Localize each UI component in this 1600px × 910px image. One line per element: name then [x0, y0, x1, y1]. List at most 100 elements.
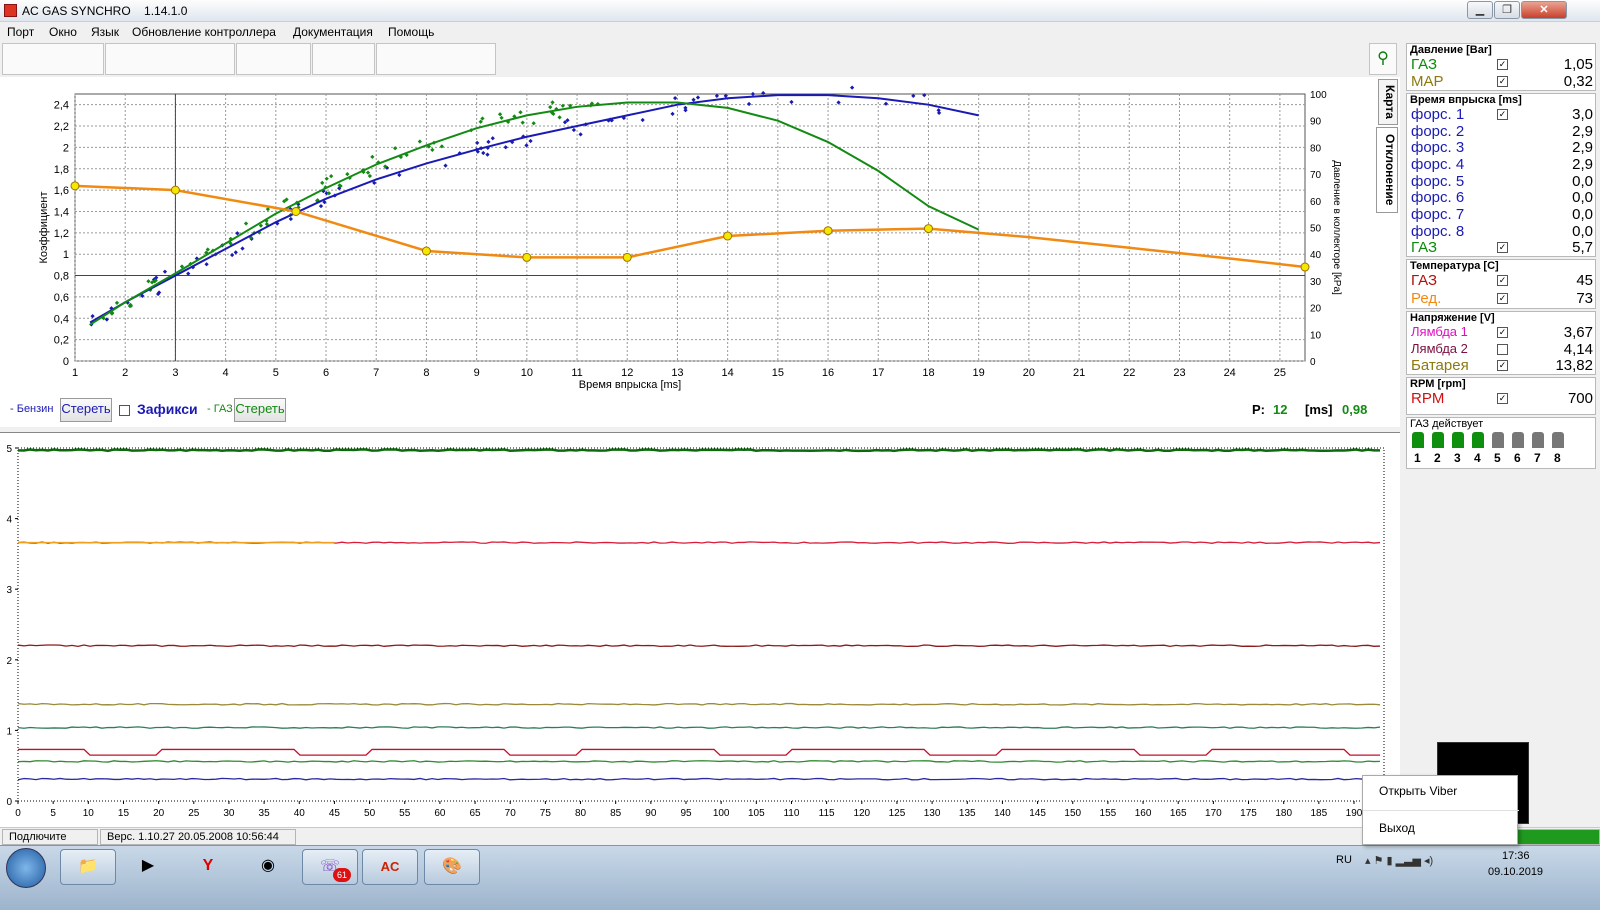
tab-map[interactable]: Карта [1378, 79, 1398, 125]
fix-label: Зафикси [137, 401, 198, 417]
injection-row: ГАЗ ✓ 5,7 [1411, 239, 1595, 256]
pressure-row-value: 1,05 [1563, 56, 1593, 73]
voltage-row-checkbox[interactable]: ✓ [1497, 360, 1508, 372]
toolbar-cell[interactable] [105, 43, 235, 75]
injection-row-checkbox[interactable]: ✓ [1497, 242, 1508, 254]
graph-x-tick: 120 [853, 808, 870, 819]
x-tick-label: 18 [922, 367, 934, 379]
pressure-row-checkbox[interactable]: ✓ [1497, 59, 1508, 70]
temperature-row-label: Ред. [1411, 290, 1442, 307]
rpm-row-label: RPM [1411, 390, 1445, 407]
ac-gas-synchro-icon[interactable]: AC [362, 849, 418, 885]
toolbar-cell[interactable] [2, 43, 104, 75]
toolbar-cell[interactable] [312, 43, 375, 75]
injection-row-label: форс. 1 [1411, 106, 1465, 123]
toolbar-cell[interactable] [376, 43, 496, 75]
yandex-icon[interactable]: Y [180, 849, 236, 885]
x-tick-label: 14 [722, 367, 734, 379]
menu-controller-update[interactable]: Обновление контроллера [132, 25, 276, 39]
y2-tick-label: 90 [1310, 117, 1322, 128]
x-tick-label: 25 [1274, 367, 1286, 379]
menu-window[interactable]: Окно [49, 25, 77, 39]
injection-row-checkbox[interactable]: ✓ [1497, 109, 1508, 120]
injection-row-label: форс. 7 [1411, 206, 1465, 223]
x-tick-label: 6 [323, 367, 329, 379]
rpm-group: RPM [rpm] RPM ✓ 700 [1406, 377, 1596, 415]
injection-row-value: 0,0 [1572, 172, 1593, 190]
injection-row-label: форс. 2 [1411, 122, 1465, 140]
live-graph[interactable]: 0123450 5 10 15 20 25 30 35 40 45 50 55 60 65 70 75 80 85… [0, 433, 1400, 828]
language-indicator[interactable]: RU [1336, 854, 1352, 866]
graph-x-tick: 90 [645, 808, 657, 819]
close-button[interactable]: ✕ [1521, 1, 1567, 19]
menu-port[interactable]: Порт [7, 25, 34, 39]
graph-y-tick: 0 [6, 797, 12, 808]
maximize-button[interactable]: ❐ [1494, 1, 1520, 19]
voltage-row-checkbox[interactable]: ✓ [1497, 327, 1508, 338]
graph-x-tick: 45 [329, 808, 341, 819]
injector-number: 1 [1414, 451, 1421, 465]
link-icon[interactable]: ⚲ [1369, 43, 1397, 75]
x-tick-label: 21 [1073, 367, 1085, 379]
benzin-legend: - Бензин [10, 403, 54, 415]
toolbar-cell[interactable] [236, 43, 311, 75]
media-player-icon[interactable]: ▶ [120, 849, 176, 885]
x-tick-label: 1 [72, 367, 78, 379]
temperature-group: Температура [C] ГАЗ ✓ 45 Ред. ✓ 73 [1406, 259, 1596, 309]
toolbar-strip: ⚲ [2, 43, 1397, 75]
graph-x-tick: 175 [1240, 808, 1257, 819]
clear-gas-button[interactable]: Стереть [234, 398, 286, 422]
tab-deviation[interactable]: Отклонение [1376, 127, 1398, 213]
injector-icon [1412, 432, 1424, 448]
graph-x-tick: 95 [680, 808, 692, 819]
viber-icon[interactable]: ☏ 61 [302, 849, 358, 885]
rpm-group-title: RPM [rpm] [1410, 378, 1466, 390]
menu-language[interactable]: Язык [91, 25, 119, 39]
port-status: Подлючите [2, 829, 98, 845]
fix-checkbox[interactable] [119, 405, 130, 416]
voltage-row: Батарея ✓ 13,82 [1411, 357, 1595, 374]
graph-x-tick: 55 [399, 808, 411, 819]
x-tick-label: 13 [671, 367, 683, 379]
temperature-row-checkbox[interactable]: ✓ [1497, 275, 1508, 286]
graph-x-tick: 40 [294, 808, 306, 819]
paint-icon[interactable]: 🎨 [424, 849, 480, 885]
x-tick-label: 16 [822, 367, 834, 379]
rpm-row-checkbox[interactable]: ✓ [1497, 393, 1508, 404]
exit-item[interactable]: Выход [1363, 811, 1519, 846]
map-chart[interactable]: 1 2 3 4 5 6 7 8 9 10 11 12 13 14 15 16 17 18 19 20 21 22 23 24 2… [0, 77, 1400, 427]
temperature-group-title: Температура [C] [1410, 260, 1499, 272]
injection-row-value: 2,9 [1572, 139, 1593, 157]
pressure-row-label: ГАЗ [1411, 56, 1438, 73]
voltage-row-checkbox[interactable] [1497, 343, 1508, 355]
chrome-icon[interactable]: ◉ [240, 849, 296, 885]
start-button[interactable] [6, 848, 46, 888]
gas-legend: - ГАЗ [207, 403, 233, 415]
voltage-group: Напряжение [V] Лямбда 1 ✓ 3,67 Лямбда 2 4,14 Б… [1406, 311, 1596, 375]
explorer-icon[interactable]: 📁 [60, 849, 116, 885]
temperature-row-checkbox[interactable]: ✓ [1497, 293, 1508, 304]
menu-documentation[interactable]: Документация [293, 25, 373, 39]
temperature-row-value: 73 [1576, 290, 1593, 307]
injector-number: 4 [1474, 451, 1481, 465]
clock-date[interactable]: 09.10.2019 [1488, 866, 1543, 878]
graph-x-tick: 35 [259, 808, 271, 819]
x-tick-label: 5 [273, 367, 279, 379]
minimize-button[interactable]: ▁ [1467, 1, 1493, 19]
tray-icons[interactable]: ▴ ⚑ ▮ ▂▃▅ ◂) [1365, 854, 1433, 867]
graph-x-tick: 25 [188, 808, 200, 819]
injection-group: Время впрыска [ms] форс. 1 ✓ 3,0 форс. 2 2,9 ф… [1406, 93, 1596, 257]
clear-benzin-button[interactable]: Стереть [60, 398, 112, 422]
voltage-row-label: Лямбда 2 [1411, 340, 1468, 356]
graph-x-tick: 160 [1135, 808, 1152, 819]
pressure-row-checkbox[interactable]: ✓ [1497, 76, 1508, 87]
window-version: 1.14.1.0 [144, 4, 188, 18]
map-marker [70, 181, 80, 191]
gas-active-title: ГАЗ действует [1410, 418, 1484, 430]
menu-help[interactable]: Помощь [388, 25, 434, 39]
clock-time[interactable]: 17:36 [1502, 850, 1530, 862]
graph-x-tick: 115 [819, 808, 835, 819]
coef-value: 0,98 [1342, 402, 1368, 417]
open-viber-item[interactable]: Открыть Viber [1363, 776, 1519, 811]
graph-x-tick: 5 [50, 808, 56, 819]
